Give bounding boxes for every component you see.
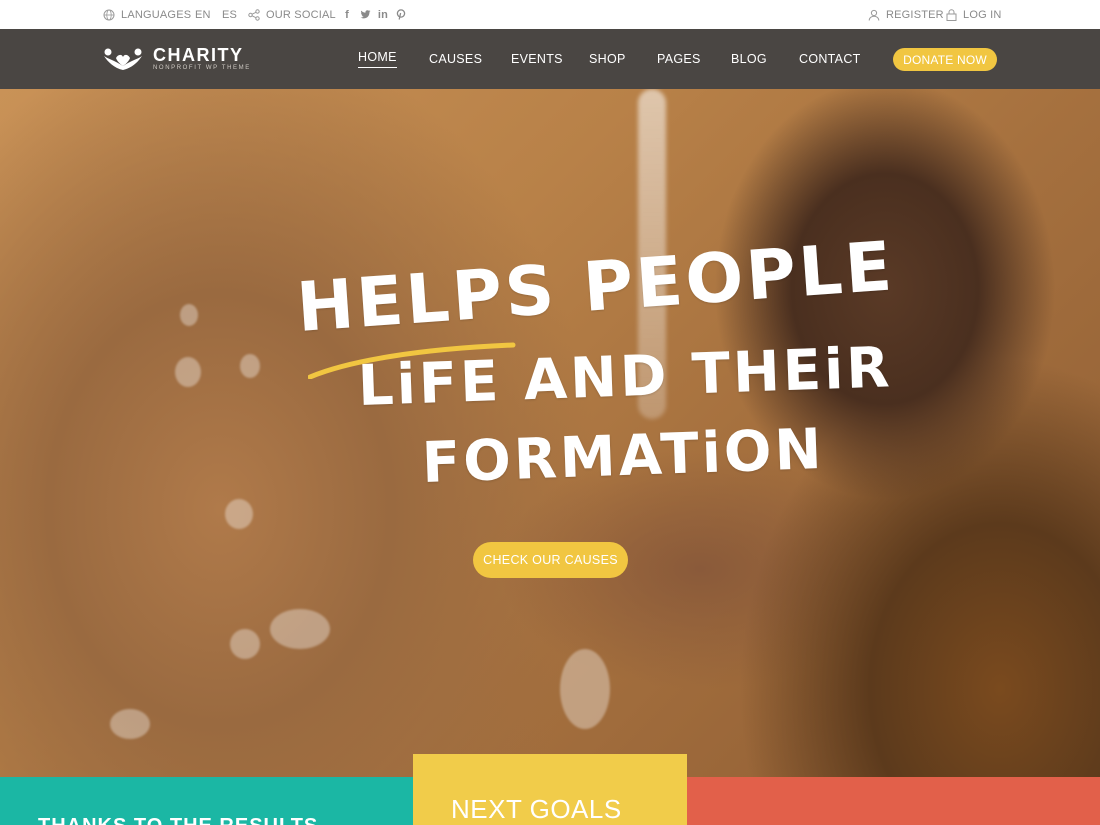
- water-droplet: [175, 357, 201, 387]
- languages-label: LANGUAGES: [121, 8, 192, 21]
- heart-people-icon: [104, 48, 142, 70]
- water-droplet: [230, 629, 260, 659]
- right-panel: [687, 777, 1100, 825]
- nav-pages[interactable]: PAGES: [657, 29, 701, 89]
- linkedin-icon[interactable]: in: [377, 9, 389, 21]
- login-link[interactable]: LOG IN: [946, 0, 1002, 29]
- nav-shop-label: SHOP: [589, 52, 626, 66]
- nav-causes-label: CAUSES: [429, 52, 483, 66]
- nav-contact[interactable]: CONTACT: [799, 29, 861, 89]
- hero-headline-line1: HELPS PEOPLE: [294, 227, 898, 348]
- water-droplet: [270, 609, 330, 649]
- donate-now-button[interactable]: DONATE NOW: [893, 48, 997, 71]
- our-social-menu[interactable]: OUR SOCIAL: [248, 0, 336, 29]
- nav-blog[interactable]: BLOG: [731, 29, 767, 89]
- brand-tagline: NONPROFIT WP THEME: [153, 64, 251, 71]
- hero-headline-line3: FORMATiON: [420, 416, 826, 496]
- hero-banner: HELPS PEOPLE LiFE AND THEiR FORMATiON CH…: [0, 89, 1100, 825]
- main-navbar: CHARITY NONPROFIT WP THEME HOME CAUSES E…: [0, 29, 1100, 89]
- results-panel-title: THANKS TO THE RESULTS: [38, 815, 318, 825]
- share-icon: [248, 8, 260, 21]
- lang-es-link[interactable]: ES: [222, 0, 237, 29]
- brand-name: CHARITY: [153, 44, 244, 65]
- pinterest-icon[interactable]: [395, 9, 407, 21]
- results-panel: THANKS TO THE RESULTS: [0, 777, 413, 825]
- register-link[interactable]: REGISTER: [868, 0, 944, 29]
- twitter-icon[interactable]: [359, 9, 371, 21]
- nav-contact-label: CONTACT: [799, 52, 861, 66]
- lock-icon: [946, 8, 957, 21]
- water-droplet: [240, 354, 260, 378]
- social-icons: f in: [341, 0, 407, 29]
- water-droplet: [225, 499, 253, 529]
- nav-blog-label: BLOG: [731, 52, 767, 66]
- lang-en-link[interactable]: EN: [195, 0, 211, 29]
- nav-events[interactable]: EVENTS: [511, 29, 563, 89]
- nav-events-label: EVENTS: [511, 52, 563, 66]
- next-goals-panel: NEXT GOALS: [413, 754, 687, 825]
- nav-home-label: HOME: [358, 50, 397, 68]
- our-social-label: OUR SOCIAL: [266, 8, 336, 21]
- water-droplet: [560, 649, 610, 729]
- facebook-icon[interactable]: f: [341, 9, 353, 21]
- next-goals-title: NEXT GOALS: [451, 794, 622, 824]
- site-logo[interactable]: CHARITY NONPROFIT WP THEME: [102, 44, 251, 74]
- register-label: REGISTER: [886, 8, 944, 21]
- nav-shop[interactable]: SHOP: [589, 29, 626, 89]
- languages-menu[interactable]: LANGUAGES: [103, 0, 191, 29]
- globe-icon: [103, 9, 115, 20]
- top-bar: LANGUAGES EN ES OUR SOCIAL f in REGISTER: [0, 0, 1100, 29]
- user-icon: [868, 9, 880, 21]
- nav-home[interactable]: HOME: [358, 29, 397, 89]
- nav-causes[interactable]: CAUSES: [429, 29, 482, 89]
- login-label: LOG IN: [963, 8, 1002, 21]
- nav-pages-label: PAGES: [657, 52, 701, 66]
- water-droplet: [180, 304, 198, 326]
- logo-text: CHARITY NONPROFIT WP THEME: [153, 46, 251, 73]
- check-our-causes-button[interactable]: CHECK OUR CAUSES: [473, 542, 628, 578]
- water-droplet: [110, 709, 150, 739]
